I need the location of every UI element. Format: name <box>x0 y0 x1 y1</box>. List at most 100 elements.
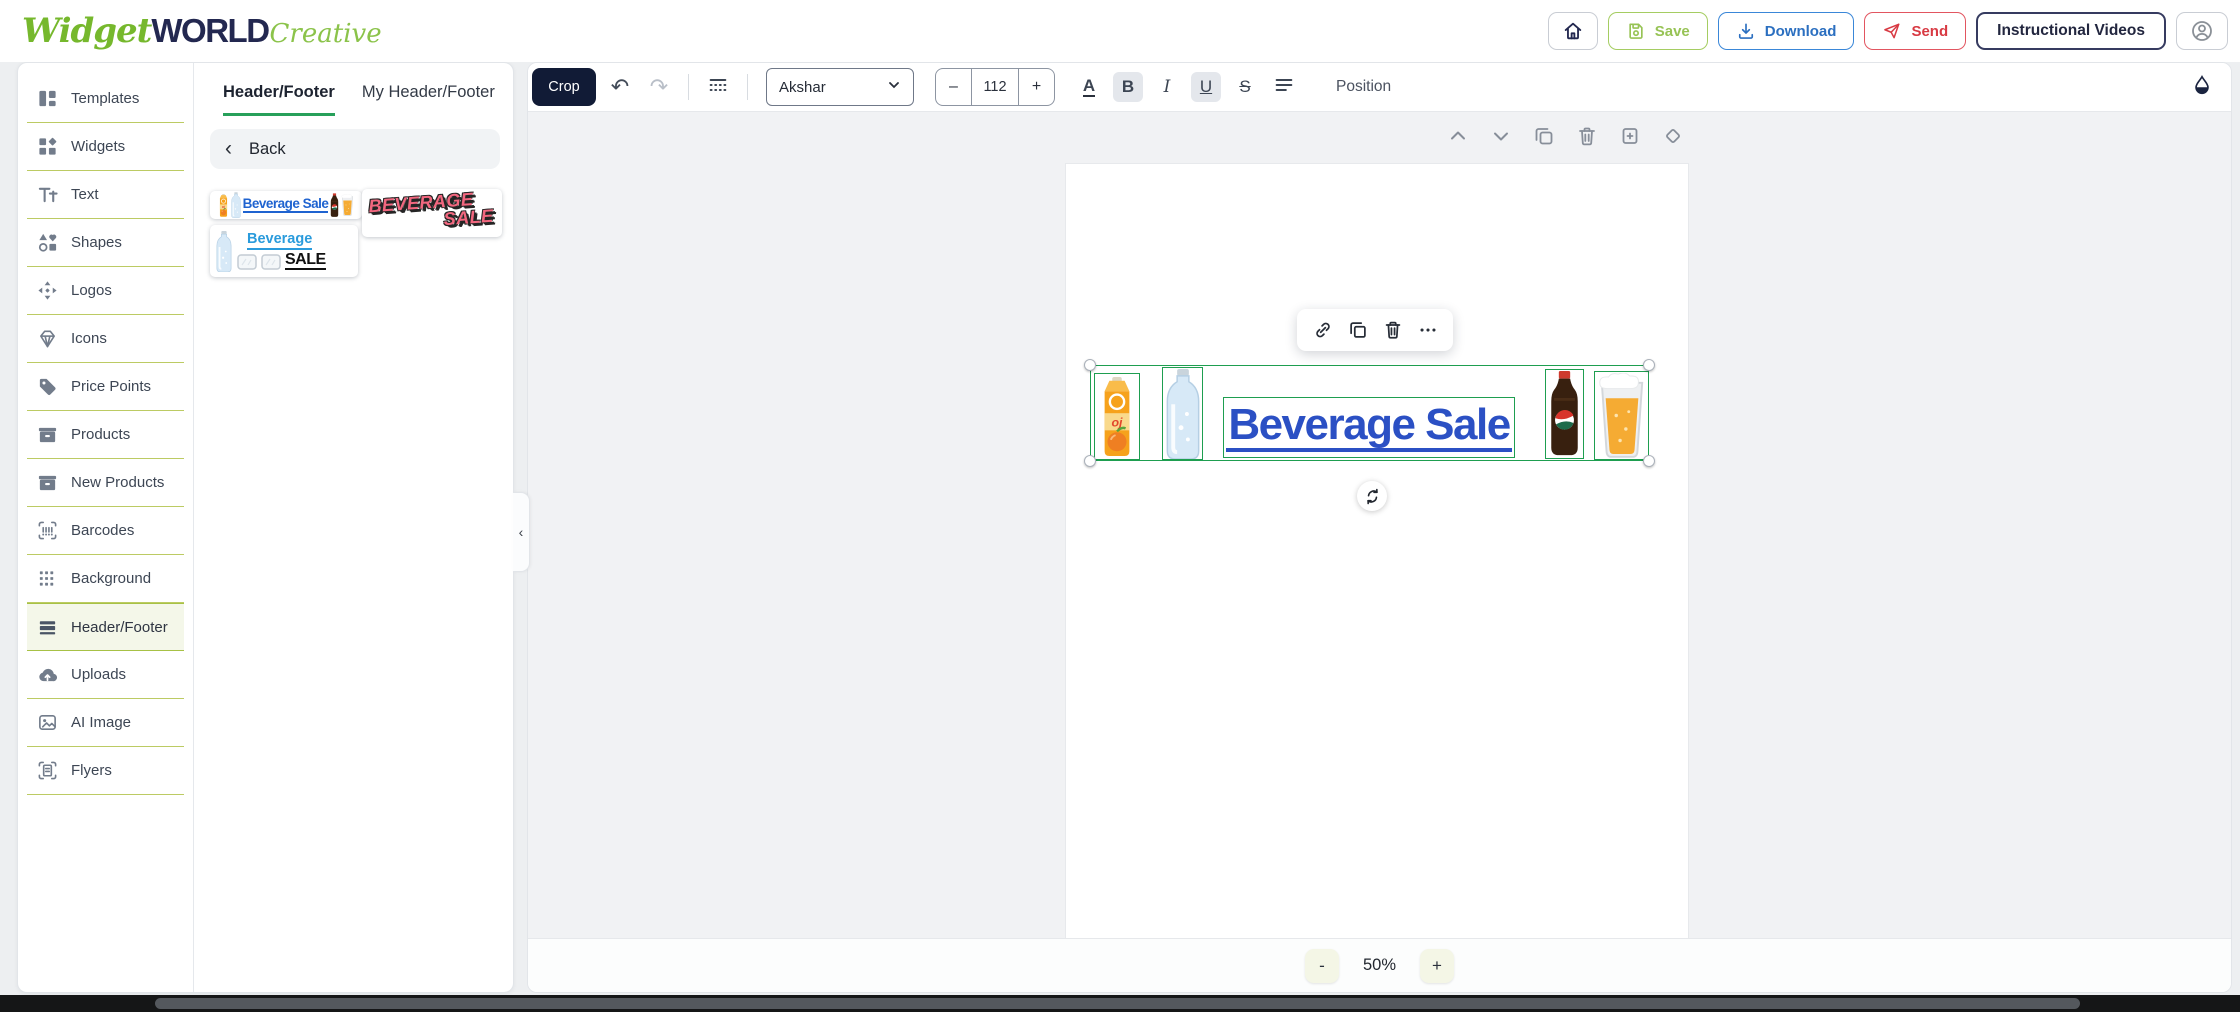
delete-selection-button[interactable] <box>1381 318 1405 342</box>
oj-carton-art <box>1097 377 1137 457</box>
widgets-icon <box>36 136 58 158</box>
sidebar-item-widgets[interactable]: Widgets <box>27 123 184 171</box>
sidebar-item-label: Templates <box>71 90 140 107</box>
undo-icon: ↶ <box>610 74 630 99</box>
bold-icon: B <box>1121 77 1135 96</box>
text-color-icon: A <box>1082 76 1096 97</box>
font-size-value[interactable]: 112 <box>972 69 1018 105</box>
resize-handle-bottom-right[interactable] <box>1643 455 1655 467</box>
account-button[interactable] <box>2176 12 2228 50</box>
sidebar-item-text[interactable]: Text <box>27 171 184 219</box>
border-style-button[interactable] <box>703 72 733 102</box>
resize-handle-top-right[interactable] <box>1643 359 1655 371</box>
thumbnail-beverage-sale-banner[interactable]: Beverage Sale <box>210 191 362 219</box>
redo-button[interactable]: ↷ <box>644 72 674 102</box>
strikethrough-button[interactable]: S <box>1230 72 1260 102</box>
instructional-videos-label: Instructional Videos <box>1997 22 2145 39</box>
back-button[interactable]: ‹ Back <box>210 129 500 169</box>
sidebar-item-new-products[interactable]: New Products <box>27 459 184 507</box>
resize-handle-top-left[interactable] <box>1084 359 1096 371</box>
save-label: Save <box>1654 22 1690 40</box>
font-size-increase-button[interactable]: + <box>1018 69 1054 105</box>
send-label: Send <box>1911 22 1949 40</box>
sidebar-item-background[interactable]: Background <box>27 555 184 603</box>
thumbnail-beverage-sale-ice[interactable]: Beverage SALE <box>210 225 358 277</box>
duplicate-icon <box>1535 128 1553 145</box>
link-button[interactable] <box>1311 318 1335 342</box>
undo-button[interactable]: ↶ <box>605 72 635 102</box>
text-color-button[interactable]: A <box>1074 72 1104 102</box>
more-options-button[interactable] <box>1416 318 1440 342</box>
add-element-button[interactable] <box>1617 123 1643 149</box>
font-family-select[interactable]: Akshar <box>766 68 914 106</box>
delete-button[interactable] <box>1574 123 1600 149</box>
sidebar-item-label: Barcodes <box>71 522 135 539</box>
align-button[interactable] <box>1269 72 1299 102</box>
panel-collapse-handle[interactable]: ‹ <box>513 492 530 572</box>
top-header: Widget WORLD Creative Save Download Send <box>0 0 2240 62</box>
position-button[interactable]: Position <box>1336 78 1391 96</box>
move-layer-down-button[interactable] <box>1488 123 1514 149</box>
download-icon <box>1736 21 1756 41</box>
header-footer-panel: Header/Footer My Header/Footer ‹ Back Be… <box>194 63 514 992</box>
tab-my-header-footer[interactable]: My Header/Footer <box>362 83 495 116</box>
chevron-up-icon <box>1451 131 1465 140</box>
icons-icon <box>36 328 58 350</box>
oj-carton-image[interactable] <box>1094 373 1140 460</box>
zoom-in-button[interactable]: + <box>1420 948 1455 983</box>
uploads-icon <box>36 664 58 686</box>
underline-button[interactable]: U <box>1191 72 1221 102</box>
crop-button[interactable]: Crop <box>532 68 596 106</box>
bold-button[interactable]: B <box>1113 72 1143 102</box>
sidebar-item-flyers[interactable]: Flyers <box>27 747 184 795</box>
milk-bottle-image[interactable] <box>1162 367 1203 460</box>
sidebar-item-logos[interactable]: Logos <box>27 267 184 315</box>
sidebar-item-label: Uploads <box>71 666 127 683</box>
thumbnail-beverage-sale-3d[interactable]: BEVERAGE SALE <box>362 189 502 237</box>
sidebar-item-header-footer[interactable]: Header/Footer <box>27 603 184 651</box>
sidebar-item-templates[interactable]: Templates <box>27 75 184 123</box>
shape-tool-button[interactable] <box>1660 123 1686 149</box>
sidebar-item-icons[interactable]: Icons <box>27 315 184 363</box>
zoom-out-button[interactable]: - <box>1304 948 1339 983</box>
sidebar-item-barcodes[interactable]: Barcodes <box>27 507 184 555</box>
sidebar-item-products[interactable]: Products <box>27 411 184 459</box>
sidebar-item-shapes[interactable]: Shapes <box>27 219 184 267</box>
horizontal-scrollbar-thumb[interactable] <box>155 998 2080 1009</box>
font-size-group: – 112 + <box>935 68 1055 106</box>
beer-glass-image[interactable] <box>1594 371 1649 460</box>
oj-carton-thumb <box>218 194 229 217</box>
logos-icon <box>36 280 58 302</box>
sidebar-item-price-points[interactable]: Price Points <box>27 363 184 411</box>
horizontal-scrollbar[interactable] <box>0 995 2240 1012</box>
save-button[interactable]: Save <box>1607 12 1708 50</box>
design-page[interactable]: Beverage Sale <box>1066 164 1688 938</box>
font-size-decrease-button[interactable]: – <box>936 69 972 105</box>
sidebar-item-ai-image[interactable]: AI Image <box>27 699 184 747</box>
rotate-handle[interactable] <box>1357 481 1387 511</box>
download-button[interactable]: Download <box>1717 12 1855 50</box>
resize-handle-bottom-left[interactable] <box>1084 455 1096 467</box>
instructional-videos-button[interactable]: Instructional Videos <box>1976 12 2166 50</box>
move-layer-up-button[interactable] <box>1445 123 1471 149</box>
sidebar-item-label: AI Image <box>71 714 132 731</box>
beer-glass-art <box>1597 373 1647 458</box>
toolbar-divider <box>688 74 689 100</box>
logo-creative: Creative <box>269 19 382 49</box>
new-products-icon <box>36 472 58 494</box>
send-button[interactable]: Send <box>1864 12 1967 50</box>
banner-text-element[interactable]: Beverage Sale <box>1223 397 1515 458</box>
home-button[interactable] <box>1547 12 1598 50</box>
ellipsis-icon <box>1419 328 1436 332</box>
beer-glass-thumb <box>341 194 354 216</box>
selected-banner-group[interactable]: Beverage Sale <box>1084 359 1655 467</box>
cola-bottle-image[interactable] <box>1545 369 1584 459</box>
color-drop-button[interactable] <box>2187 72 2217 102</box>
italic-button[interactable]: I <box>1152 72 1182 102</box>
copy-button[interactable] <box>1346 318 1370 342</box>
tab-header-footer[interactable]: Header/Footer <box>223 83 335 116</box>
sidebar-item-uploads[interactable]: Uploads <box>27 651 184 699</box>
editor-area-card: Crop ↶ ↷ Akshar – 112 + A B I U S Positi… <box>527 62 2232 993</box>
canvas-area[interactable]: Beverage Sale <box>528 112 2231 938</box>
duplicate-button[interactable] <box>1531 123 1557 149</box>
